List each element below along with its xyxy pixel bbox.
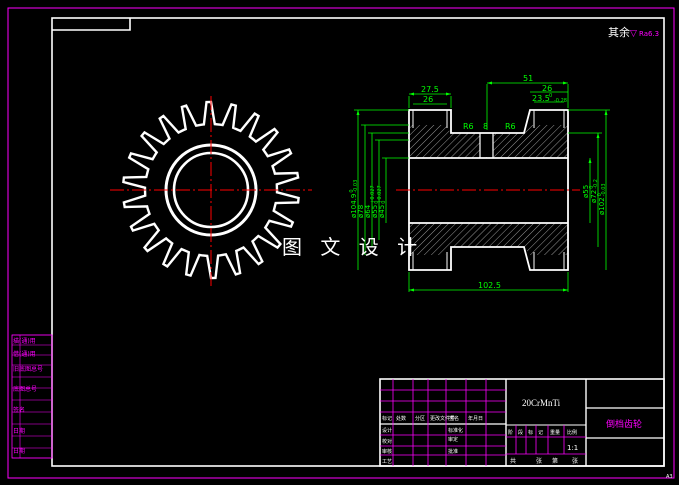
dim-chamfer-left: R6 <box>463 122 474 131</box>
title-block-head-cell: 分区 <box>415 415 425 422</box>
title-block-mid-label: 审定 <box>448 436 458 443</box>
code-box <box>52 18 131 31</box>
part-name: 倒档齿轮 <box>606 418 642 430</box>
title-block-head-cell: 签名 <box>449 415 459 422</box>
dimension-texts: 27.5 26 51 26 23.5 0 -0.28 R6 8 R6 102.5 <box>421 74 567 290</box>
stage-header: 记 <box>538 429 543 436</box>
title-block-row-label: 审核 <box>382 448 392 455</box>
left-diameter-label: ø45 <box>378 205 386 218</box>
side-table-label: 日期 <box>13 447 25 455</box>
stage-header: 重量 <box>550 429 560 436</box>
title-block-mid-label: 标准化 <box>448 427 463 434</box>
roughness-symbol-icon: ▽ <box>630 29 637 39</box>
dim-length: 102.5 <box>478 281 501 290</box>
material-label: 20CrMnTi <box>522 398 561 408</box>
title-block-row-label: 工艺 <box>382 459 392 465</box>
scale-value: 1:1 <box>567 444 578 452</box>
dim-top-right-tol-sub: -0.28 <box>554 98 567 104</box>
upper-hatch <box>409 125 568 158</box>
right-diameter-tol-sub: -0.2 <box>593 179 599 189</box>
dim-chamfer-right: R6 <box>505 122 516 131</box>
watermark: 图 文 设 计 <box>282 235 424 259</box>
title-block-mid-label: 批准 <box>448 448 458 455</box>
title-block-head-cell: 年月日 <box>468 415 483 422</box>
title-block-head-cell: 处数 <box>396 415 406 422</box>
title-block-row-label: 设计 <box>382 427 392 434</box>
title-block-head-cell: 标记 <box>382 415 392 422</box>
stage-header: 阶 <box>508 429 513 436</box>
dimension-lines <box>354 82 610 292</box>
surface-note: 其余 <box>608 25 630 39</box>
right-diameter-tol-sub: -0.03 <box>601 183 607 196</box>
dim-top-right-tol-sup: 0 <box>549 93 552 99</box>
lower-hatch <box>409 223 568 255</box>
right-diameter-label: ø102 <box>598 197 606 215</box>
dim-top-right-mid: 26 <box>542 84 552 93</box>
side-table-label: 日期 <box>13 427 25 435</box>
side-table-label: 底图总号 <box>13 385 37 393</box>
sheet-label: 张 <box>572 457 578 465</box>
side-table-label: 借(通)用 <box>13 350 36 358</box>
dim-top-left-inner: 26 <box>423 95 433 104</box>
surface-roughness: Ra6.3 <box>639 30 659 38</box>
stage-header: 比例 <box>567 429 577 436</box>
sheet-label: 共 <box>510 457 516 465</box>
side-revision-table: 描(通)用借(通)用旧底图总号底图总号签名日期日期 <box>11 334 53 459</box>
dim-top-right-outer: 51 <box>523 74 533 83</box>
dim-top-left-outer: 27.5 <box>421 85 439 94</box>
stage-header: 段 <box>518 429 523 436</box>
sheet-label: 第 <box>552 457 558 465</box>
dimension-arrows <box>356 81 608 292</box>
left-diameter-labels: ø104.90-0.03ø78 ø64 ø55+0.0270ø45+0.0270 <box>349 180 387 218</box>
side-table-label: 描(通)用 <box>13 337 36 345</box>
right-diameter-labels: ø55 ø720-0.2ø1020-0.03 <box>582 179 607 215</box>
title-block-row-label: 校对 <box>382 438 392 445</box>
side-table-label: 旧底图总号 <box>13 365 43 373</box>
dim-groove: 8 <box>483 122 488 131</box>
corner-mark: A3 <box>666 474 673 480</box>
side-table-label: 签名 <box>13 406 25 414</box>
dim-top-right-tol: 23.5 <box>532 94 550 103</box>
sheet-label: 张 <box>536 457 542 465</box>
left-diameter-tol-sub: -0.03 <box>353 180 359 193</box>
gear-section-view <box>396 109 580 271</box>
stage-header: 标 <box>528 429 533 436</box>
left-diameter-tol-sub: 0 <box>381 201 387 204</box>
